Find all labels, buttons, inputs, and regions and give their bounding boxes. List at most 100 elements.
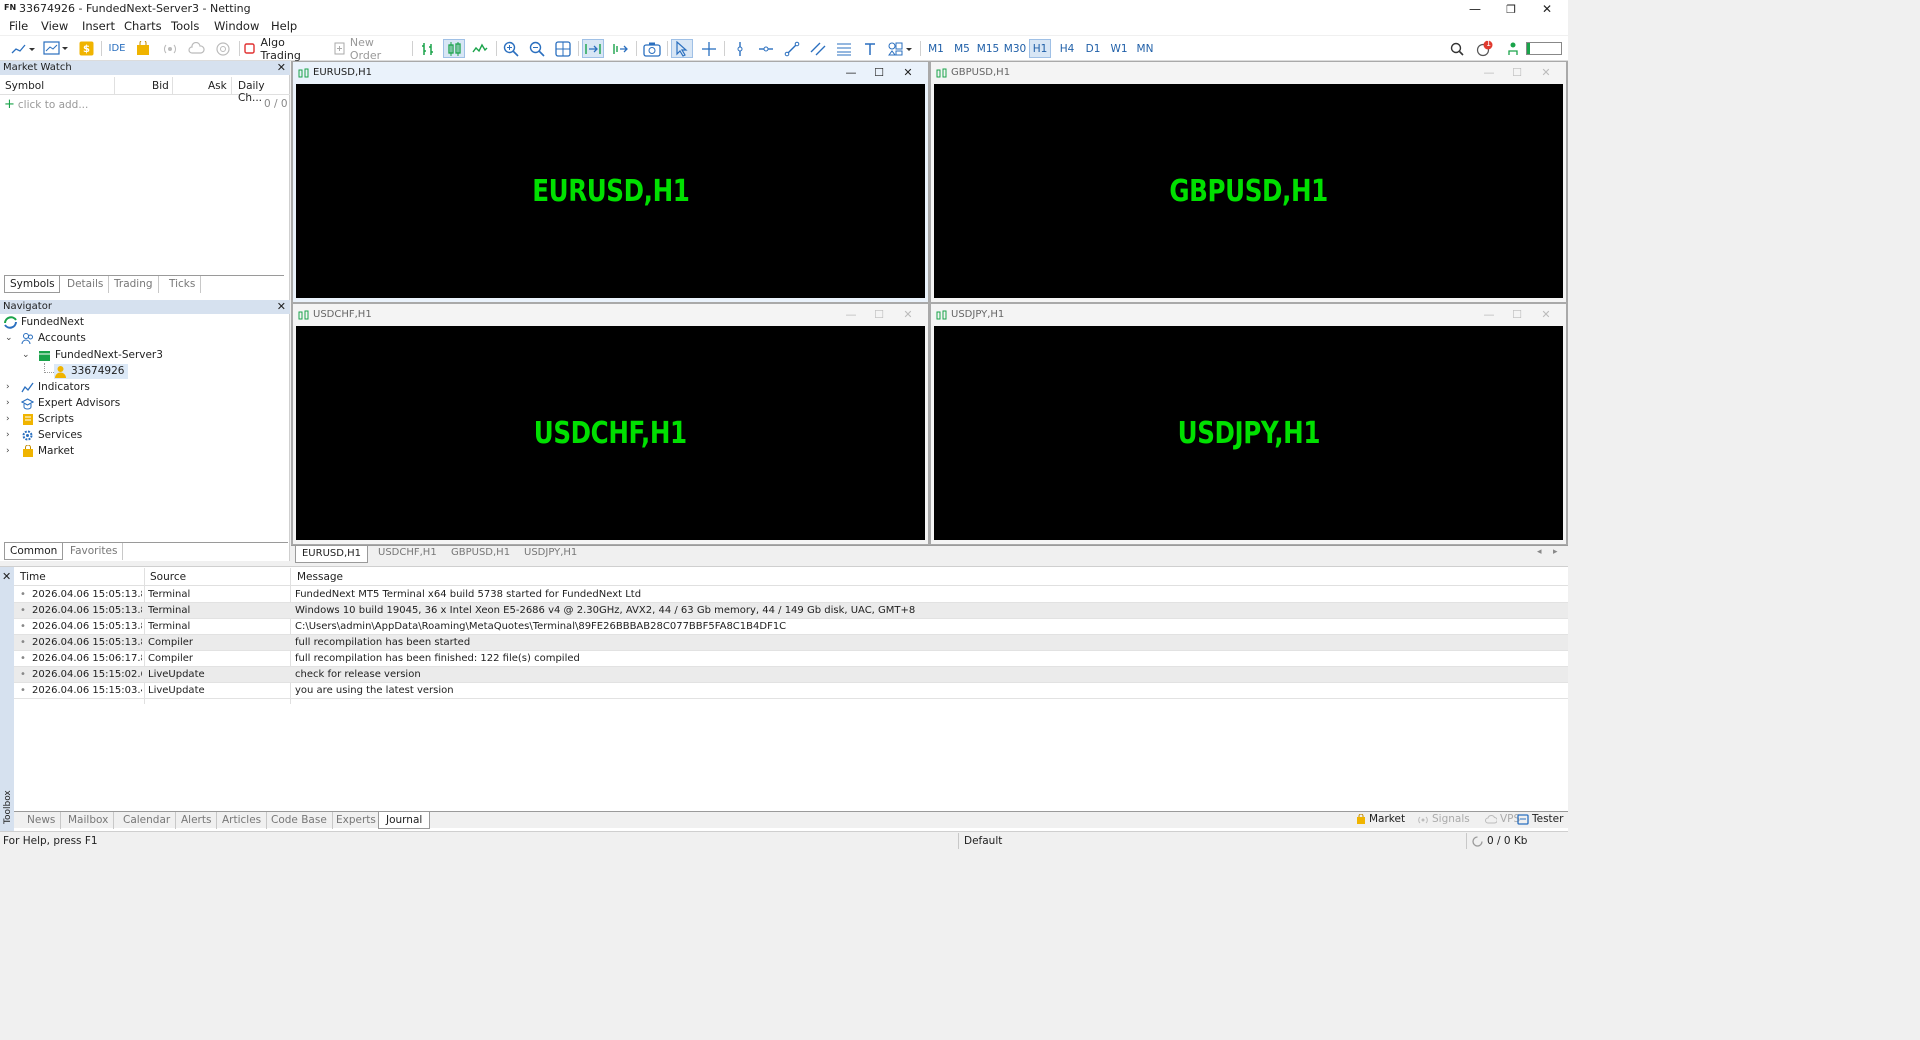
tab-alerts[interactable]: Alerts: [176, 812, 218, 829]
timeframe-m5[interactable]: M5: [952, 39, 972, 58]
search-icon[interactable]: [1447, 39, 1467, 58]
toolbox-market-button[interactable]: Market: [1356, 813, 1405, 825]
menu-charts[interactable]: Charts: [124, 19, 162, 33]
journal-row[interactable]: • 2026.04.06 15:05:13.8... Terminal Fund…: [14, 587, 1568, 603]
timeframe-w1[interactable]: W1: [1109, 39, 1129, 58]
zoom-out-icon[interactable]: [527, 39, 547, 58]
chart-minimize-icon[interactable]: —: [1480, 304, 1498, 326]
nav-scripts[interactable]: Scripts: [21, 412, 74, 427]
chart-maximize-icon[interactable]: ☐: [1508, 304, 1526, 326]
chart-tab-eurusd[interactable]: EURUSD,H1: [295, 546, 368, 563]
chart-close-icon[interactable]: ✕: [1537, 62, 1555, 84]
tabs-scroll-right-icon[interactable]: ▸: [1553, 547, 1558, 557]
minimize-button[interactable]: —: [1460, 0, 1490, 18]
chart-window-usdchf[interactable]: USDCHF,H1 — ☐ ✕ USDCHF,H1: [293, 304, 928, 544]
timeframe-m15[interactable]: M15: [976, 39, 1000, 58]
autoscroll-icon[interactable]: [582, 39, 604, 58]
bar-chart-icon[interactable]: [418, 39, 438, 58]
timeframe-m30[interactable]: M30: [1003, 39, 1027, 58]
nav-accounts[interactable]: Accounts: [21, 331, 86, 346]
tab-common[interactable]: Common: [4, 543, 63, 560]
toolbox-signals-button[interactable]: Signals: [1417, 813, 1470, 825]
timeframe-d1[interactable]: D1: [1083, 39, 1103, 58]
journal-row[interactable]: • 2026.04.06 15:05:13.8... Terminal C:\U…: [14, 619, 1568, 635]
market-watch-close-icon[interactable]: ✕: [277, 61, 286, 75]
tab-favorites[interactable]: Favorites: [65, 543, 124, 560]
chart-canvas[interactable]: EURUSD,H1: [296, 84, 925, 298]
market-icon[interactable]: $: [77, 39, 95, 58]
chart-maximize-icon[interactable]: ☐: [870, 304, 888, 326]
col-message[interactable]: Message: [297, 571, 343, 583]
menu-view[interactable]: View: [41, 19, 68, 33]
tab-calendar[interactable]: Calendar: [118, 812, 177, 829]
chart-close-icon[interactable]: ✕: [899, 62, 917, 84]
nav-indicators[interactable]: Indicators: [21, 380, 90, 395]
server-expand-icon[interactable]: ⌄: [22, 350, 30, 360]
col-symbol[interactable]: Symbol: [5, 80, 44, 92]
vps-icon[interactable]: [213, 39, 233, 58]
chart-shift-icon[interactable]: [609, 39, 631, 58]
chart-tab-usdchf[interactable]: USDCHF,H1: [378, 547, 437, 558]
trendline-icon[interactable]: [782, 39, 802, 58]
nav-root[interactable]: FundedNext: [4, 315, 84, 330]
tab-mailbox[interactable]: Mailbox: [63, 812, 115, 829]
chart-close-icon[interactable]: ✕: [1537, 304, 1555, 326]
tab-symbols[interactable]: Symbols: [4, 276, 60, 293]
chart-minimize-icon[interactable]: —: [1480, 62, 1498, 84]
zoom-in-icon[interactable]: [501, 39, 521, 58]
chart-maximize-icon[interactable]: ☐: [1508, 62, 1526, 84]
menu-insert[interactable]: Insert: [82, 19, 115, 33]
chart-minimize-icon[interactable]: —: [842, 62, 860, 84]
tab-journal[interactable]: Journal: [378, 812, 431, 829]
toolbox-tester-button[interactable]: Tester: [1517, 813, 1563, 825]
col-ask[interactable]: Ask: [208, 80, 227, 92]
timeframe-mn[interactable]: MN: [1134, 39, 1156, 58]
new-order-button[interactable]: New Order: [334, 36, 408, 62]
timeframe-h1[interactable]: H1: [1029, 39, 1051, 58]
line-chart-icon[interactable]: [470, 39, 490, 58]
scripts-expand-icon[interactable]: ›: [6, 414, 10, 424]
market-expand-icon[interactable]: ›: [6, 446, 10, 456]
col-bid[interactable]: Bid: [152, 80, 169, 92]
services-expand-icon[interactable]: ›: [6, 430, 10, 440]
algo-trading-button[interactable]: Algo Trading: [244, 36, 326, 62]
menu-tools[interactable]: Tools: [171, 19, 199, 33]
accounts-expand-icon[interactable]: ⌄: [5, 333, 13, 343]
nav-market[interactable]: Market: [21, 444, 74, 459]
menu-window[interactable]: Window: [214, 19, 259, 33]
nav-expert-advisors[interactable]: Expert Advisors: [21, 396, 120, 411]
cloud-icon[interactable]: [186, 39, 206, 58]
nav-server[interactable]: FundedNext-Server3: [38, 348, 163, 363]
tab-code-base[interactable]: Code Base: [266, 812, 333, 829]
channel-icon[interactable]: [808, 39, 828, 58]
cursor-icon[interactable]: [671, 39, 693, 58]
tab-experts[interactable]: Experts: [331, 812, 382, 829]
chart-close-icon[interactable]: ✕: [899, 304, 917, 326]
journal-row[interactable]: • 2026.04.06 15:05:13.8... Terminal Wind…: [14, 603, 1568, 619]
horizontal-line-icon[interactable]: [756, 39, 776, 58]
shop-bag-icon[interactable]: [134, 39, 152, 58]
journal-row[interactable]: • 2026.04.06 15:15:02.6... LiveUpdate ch…: [14, 667, 1568, 683]
toolbox-close-icon[interactable]: ✕: [2, 570, 11, 583]
tab-ticks[interactable]: Ticks: [164, 276, 202, 293]
tab-news[interactable]: News: [22, 812, 62, 829]
restore-button[interactable]: ❐: [1496, 0, 1526, 18]
chart-canvas[interactable]: USDCHF,H1: [296, 326, 925, 540]
journal-row[interactable]: • 2026.04.06 15:15:03.4... LiveUpdate yo…: [14, 683, 1568, 699]
signal-strength-icon[interactable]: [1504, 39, 1522, 58]
chart-tab-gbpusd[interactable]: GBPUSD,H1: [451, 547, 510, 558]
nav-account[interactable]: 33674926: [54, 364, 129, 379]
indicators-expand-icon[interactable]: ›: [6, 382, 10, 392]
chart-maximize-icon[interactable]: ☐: [870, 62, 888, 84]
journal-row[interactable]: • 2026.04.06 15:06:17.8... Compiler full…: [14, 651, 1568, 667]
chart-minimize-icon[interactable]: —: [842, 304, 860, 326]
timeframe-m1[interactable]: M1: [926, 39, 946, 58]
candlestick-icon[interactable]: [443, 39, 465, 58]
crosshair-icon[interactable]: [699, 39, 719, 58]
col-time[interactable]: Time: [20, 571, 46, 583]
fibonacci-icon[interactable]: [834, 39, 854, 58]
tab-articles[interactable]: Articles: [217, 812, 268, 829]
signal-broadcast-icon[interactable]: [160, 39, 180, 58]
close-button[interactable]: ✕: [1532, 0, 1562, 18]
menu-file[interactable]: File: [9, 19, 28, 33]
